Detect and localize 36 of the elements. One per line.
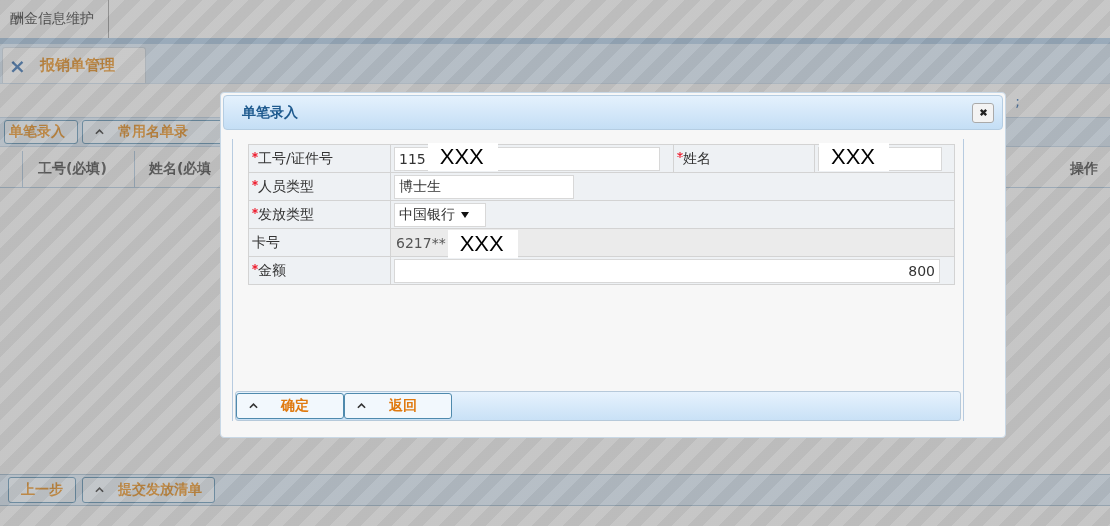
required-icon (252, 151, 258, 158)
caret-icon (95, 129, 104, 135)
field-label: 姓名 (683, 149, 711, 166)
caret-icon (95, 487, 104, 493)
field-label: 工号/证件号 (258, 149, 333, 166)
toolbar-mark: ; (1015, 92, 1020, 109)
input-field[interactable]: 博士生 (394, 174, 574, 199)
input-field[interactable]: 115 XXX (394, 146, 660, 171)
redaction-label: XXX (819, 142, 890, 171)
field-label: 金额 (258, 261, 286, 278)
redaction-label: XXX (447, 229, 518, 258)
column-header: 工号(必填) (22, 151, 134, 187)
required-icon (252, 263, 258, 270)
close-icon (978, 108, 988, 117)
field-label: 卡号 (252, 233, 280, 250)
dropdown-arrow-icon (461, 211, 469, 218)
back-button[interactable]: 返回 (344, 393, 452, 419)
close-icon[interactable]: × (9, 55, 26, 76)
bank-dropdown[interactable]: 中国银行 (394, 202, 486, 227)
required-icon (677, 151, 683, 158)
caret-icon (357, 403, 366, 409)
redaction-label: XXX (427, 142, 498, 171)
caret-icon (249, 403, 258, 409)
footer-button[interactable]: 提交发放清单 (82, 477, 215, 503)
dialog-title: 单笔录入 (242, 103, 298, 122)
amount-field[interactable]: 800 (394, 258, 940, 283)
field-label: 发放类型 (258, 205, 314, 222)
footer-button[interactable]: 上一步 (8, 477, 76, 503)
column-header: 操作 (1070, 159, 1099, 178)
page-tab[interactable]: × 报销单管理 (2, 47, 146, 83)
toolbar-button[interactable]: 单笔录入 (4, 120, 78, 144)
close-button[interactable] (972, 102, 994, 123)
required-icon (252, 179, 258, 186)
input-field[interactable]: XXX (818, 146, 942, 171)
required-icon (252, 207, 258, 214)
confirm-button[interactable]: 确定 (236, 393, 344, 419)
